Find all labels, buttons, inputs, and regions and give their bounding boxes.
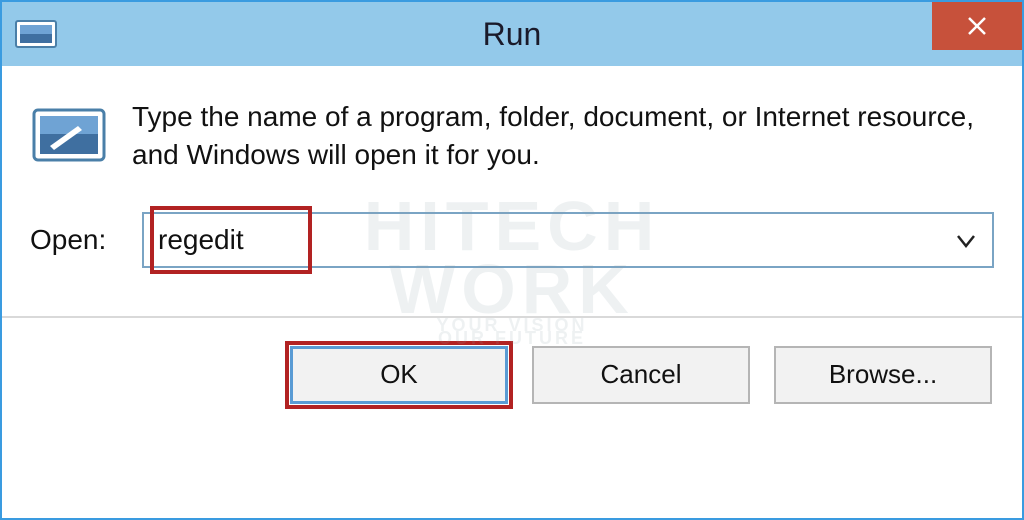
button-row: OK Cancel Browse... <box>30 346 994 404</box>
open-label: Open: <box>30 224 118 256</box>
window-title: Run <box>483 16 542 53</box>
divider <box>2 316 1022 318</box>
open-input-value[interactable]: regedit <box>158 224 954 256</box>
close-button[interactable] <box>932 2 1022 50</box>
open-row: Open: regedit <box>30 212 994 268</box>
run-titlebar-icon <box>14 17 58 51</box>
chevron-down-icon[interactable] <box>954 228 978 252</box>
browse-button-label: Browse... <box>829 359 937 390</box>
ok-button[interactable]: OK <box>290 346 508 404</box>
info-row: Type the name of a program, folder, docu… <box>30 98 994 174</box>
run-program-icon <box>30 104 108 166</box>
cancel-button-label: Cancel <box>601 359 682 390</box>
browse-button[interactable]: Browse... <box>774 346 992 404</box>
cancel-button[interactable]: Cancel <box>532 346 750 404</box>
close-icon <box>966 15 988 37</box>
run-dialog-window: Run Type the name of a program, folder, … <box>0 0 1024 520</box>
ok-button-label: OK <box>380 359 418 390</box>
titlebar: Run <box>2 2 1022 66</box>
dialog-description: Type the name of a program, folder, docu… <box>132 98 994 174</box>
open-combobox[interactable]: regedit <box>142 212 994 268</box>
dialog-body: Type the name of a program, folder, docu… <box>2 66 1022 518</box>
